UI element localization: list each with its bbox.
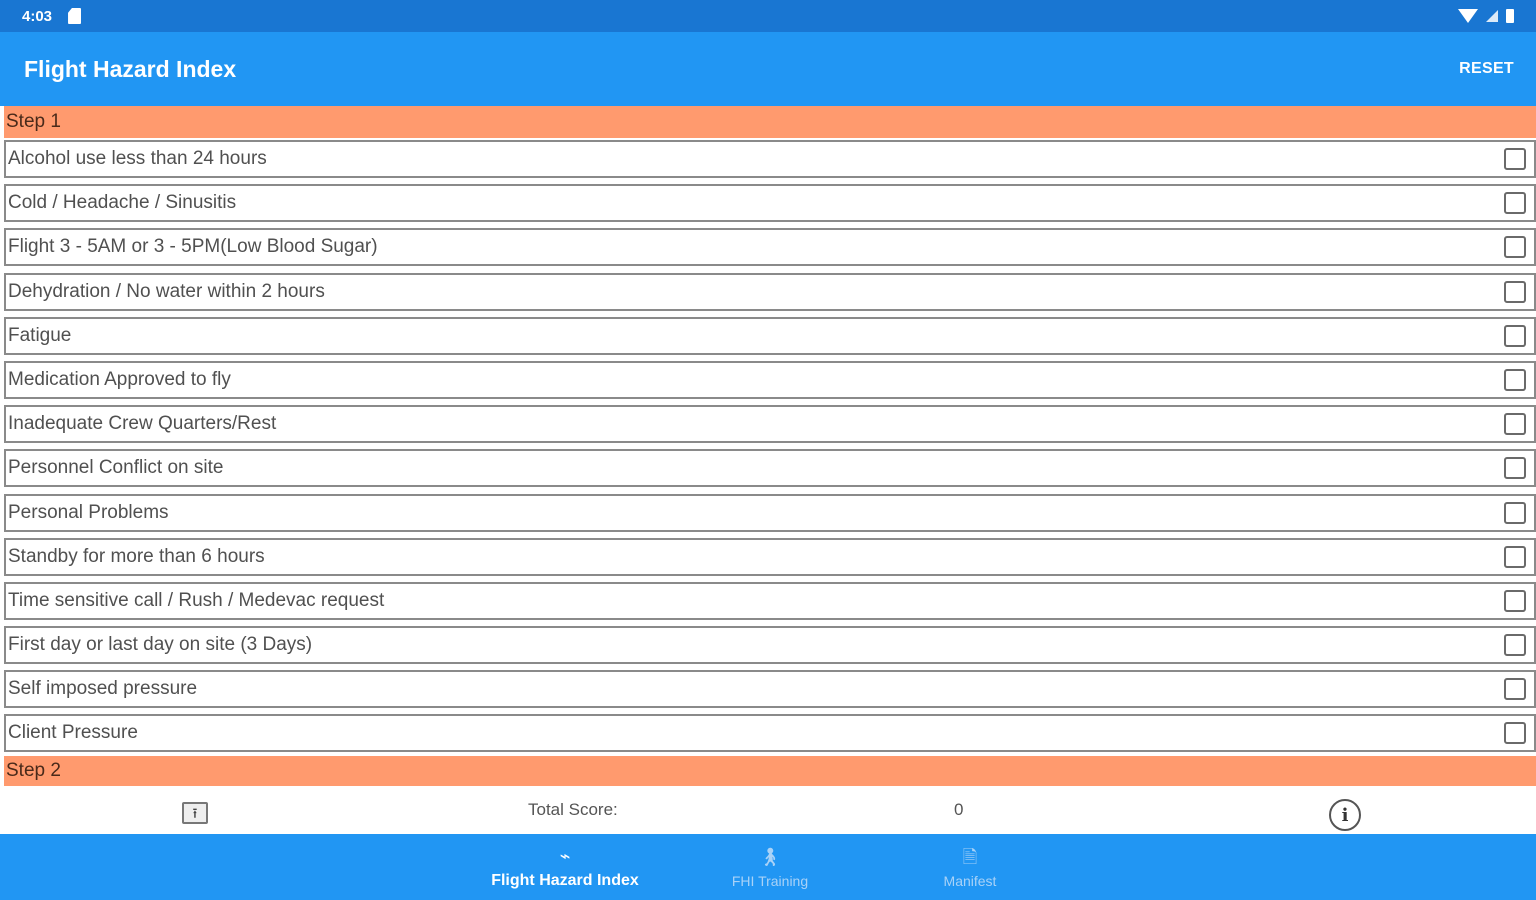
hazard-label: Client Pressure xyxy=(8,722,138,744)
hazard-label: Alcohol use less than 24 hours xyxy=(8,148,267,169)
hazard-label: Standby for more than 6 hours xyxy=(8,545,265,567)
nav-label: FHI Training xyxy=(731,873,809,889)
hazard-checkbox[interactable] xyxy=(1504,324,1526,347)
hazard-row[interactable]: Alcohol use less than 24 hours xyxy=(4,140,1536,178)
hazard-row[interactable]: Cold / Headache / Sinusitis xyxy=(4,184,1536,223)
hazard-label: Self imposed pressure xyxy=(8,678,198,700)
hazard-row[interactable]: Time sensitive call / Rush / Medevac req… xyxy=(4,581,1536,620)
hazard-checkbox[interactable] xyxy=(1504,148,1526,170)
hazard-list: Alcohol use less than 24 hours Cold / Hea… xyxy=(4,140,1536,759)
hazard-checkbox[interactable] xyxy=(1504,457,1526,480)
hazard-checkbox[interactable] xyxy=(1504,589,1526,612)
info-icon[interactable]: i xyxy=(1329,799,1361,831)
nav-flight-hazard-index[interactable]: ⌁ Flight Hazard Index xyxy=(480,834,650,900)
status-time: 4:03 xyxy=(22,7,53,25)
hazard-label: Cold / Headache / Sinusitis xyxy=(8,192,237,214)
nav-manifest[interactable]: 🗎︎ Manifest xyxy=(910,834,1030,900)
hazard-row[interactable]: Standby for more than 6 hours xyxy=(4,537,1536,576)
reset-button[interactable]: RESET xyxy=(1459,60,1514,78)
hazard-checkbox[interactable] xyxy=(1504,678,1526,701)
document-icon: 🗎︎ xyxy=(962,847,978,867)
page-title: Flight Hazard Index xyxy=(24,55,237,82)
nav-fhi-training[interactable]: 🚶︎ FHI Training xyxy=(700,834,840,900)
hazard-checkbox[interactable] xyxy=(1504,545,1526,568)
helicopter-icon: ⌁ xyxy=(559,846,571,866)
bottom-nav: ⌁ Flight Hazard Index 🚶︎ FHI Training 🗎︎… xyxy=(0,834,1536,900)
sd-card-icon xyxy=(68,8,82,24)
hazard-checkbox[interactable] xyxy=(1504,280,1526,303)
nav-label: Flight Hazard Index xyxy=(491,872,639,889)
hazard-label: Dehydration / No water within 2 hours xyxy=(8,280,325,302)
wifi-icon xyxy=(1458,9,1478,23)
person-walking-icon: 🚶︎ xyxy=(758,847,782,867)
upload-icon[interactable]: ⭱ xyxy=(182,802,208,824)
battery-icon xyxy=(1506,9,1514,23)
hazard-checkbox[interactable] xyxy=(1504,722,1526,745)
hazard-checkbox[interactable] xyxy=(1504,501,1526,524)
hazard-label: Flight 3 - 5AM or 3 - 5PM(Low Blood Suga… xyxy=(8,236,378,258)
hazard-label: Medication Approved to fly xyxy=(8,368,231,390)
hazard-checkbox[interactable] xyxy=(1504,236,1526,259)
hazard-label: Personal Problems xyxy=(8,501,169,523)
hazard-row[interactable]: Medication Approved to fly xyxy=(4,360,1536,399)
hazard-row[interactable]: First day or last day on site (3 Days) xyxy=(4,626,1536,665)
step-1-label: Step 1 xyxy=(6,111,61,132)
hazard-row[interactable]: Inadequate Crew Quarters/Rest xyxy=(4,405,1536,444)
hazard-checkbox[interactable] xyxy=(1504,192,1526,215)
total-score-label: Total Score: xyxy=(528,800,618,819)
app-bar: Flight Hazard Index RESET xyxy=(0,32,1536,106)
hazard-label: Time sensitive call / Rush / Medevac req… xyxy=(8,589,385,611)
nav-label: Manifest xyxy=(943,873,997,889)
total-score-value: 0 xyxy=(954,800,964,819)
hazard-checkbox[interactable] xyxy=(1504,634,1526,657)
hazard-row[interactable]: Client Pressure xyxy=(4,714,1536,753)
hazard-row[interactable]: Fatigue xyxy=(4,316,1536,355)
hazard-row[interactable]: Dehydration / No water within 2 hours xyxy=(4,272,1536,311)
status-bar: 4:03 xyxy=(0,0,1536,32)
signal-icon xyxy=(1486,10,1498,22)
hazard-checkbox[interactable] xyxy=(1504,413,1526,436)
step-2-label: Step 2 xyxy=(6,760,61,781)
step-1-header: Step 1 xyxy=(4,106,1536,138)
hazard-checkbox[interactable] xyxy=(1504,368,1526,391)
step-2-header: Step 2 xyxy=(4,756,1536,786)
hazard-row[interactable]: Personnel Conflict on site xyxy=(4,449,1536,488)
hazard-label: Inadequate Crew Quarters/Rest xyxy=(8,413,277,435)
hazard-label: Fatigue xyxy=(8,324,72,346)
hazard-label: First day or last day on site (3 Days) xyxy=(8,634,313,656)
hazard-label: Personnel Conflict on site xyxy=(8,457,224,479)
hazard-row[interactable]: Flight 3 - 5AM or 3 - 5PM(Low Blood Suga… xyxy=(4,228,1536,267)
hazard-row[interactable]: Self imposed pressure xyxy=(4,670,1536,709)
score-bar: ⭱ Total Score: 0 i xyxy=(4,786,1536,834)
hazard-row[interactable]: Personal Problems xyxy=(4,493,1536,532)
